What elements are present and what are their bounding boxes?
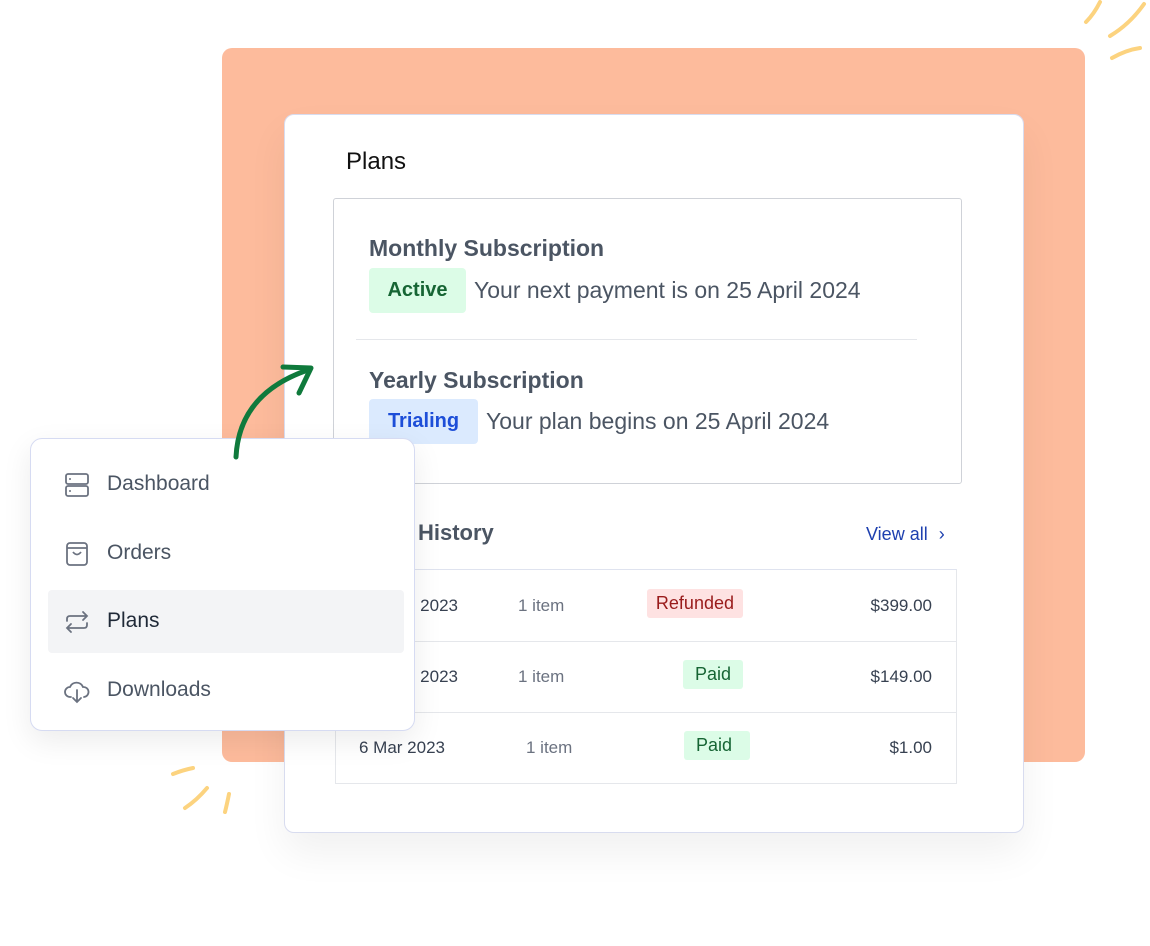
- row-date: 2023: [420, 667, 458, 686]
- sidebar-menu: Dashboard Orders Plans Downloads: [30, 438, 415, 731]
- sidebar-item-label: Dashboard: [107, 472, 210, 495]
- row-amount: $1.00: [889, 738, 932, 757]
- sparkle-decoration: [171, 766, 231, 814]
- subscription-name: Monthly Subscription: [369, 235, 605, 261]
- subscription-name: Yearly Subscription: [369, 367, 584, 393]
- sidebar-item-orders[interactable]: Orders: [48, 522, 404, 585]
- table-row[interactable]: 2023 1 item Paid $149.00: [336, 641, 956, 713]
- sidebar-item-downloads[interactable]: Downloads: [48, 659, 404, 722]
- subscription-text: Your plan begins on 25 April 2024: [486, 408, 830, 434]
- row-date: 6 Mar 2023: [359, 738, 445, 757]
- page-title: Plans: [346, 148, 407, 175]
- sidebar-item-label: Downloads: [107, 678, 211, 701]
- row-items: 1 item: [526, 738, 573, 757]
- row-items: 1 item: [518, 667, 565, 686]
- row-amount: $399.00: [870, 596, 932, 615]
- sidebar-item-plans[interactable]: Plans: [48, 590, 404, 653]
- subscription-text: Your next payment is on 25 April 2024: [474, 277, 861, 303]
- history-title: History: [418, 520, 494, 545]
- server-icon: [65, 473, 89, 497]
- row-items: 1 item: [518, 596, 565, 615]
- status-badge: Paid: [682, 660, 743, 689]
- status-badge-active: Active: [369, 268, 466, 313]
- curved-arrow-icon: [233, 364, 314, 460]
- table-row[interactable]: 2023 1 item Refunded $399.00: [336, 570, 956, 642]
- view-all-link[interactable]: View all ›: [866, 524, 945, 545]
- divider: [356, 339, 917, 340]
- arrows-repeat-icon: [65, 611, 89, 633]
- chevron-right-icon: ›: [938, 524, 945, 544]
- sidebar-item-label: Orders: [107, 541, 172, 564]
- status-badge: Paid: [683, 731, 750, 760]
- sidebar-item-label: Plans: [107, 609, 160, 632]
- row-amount: $149.00: [870, 667, 932, 686]
- status-badge: Refunded: [646, 589, 743, 618]
- shopping-bag-icon: [66, 542, 88, 566]
- row-date: 2023: [420, 596, 458, 615]
- history-table: 2023 1 item Refunded $399.00 2023 1 item…: [335, 569, 957, 784]
- view-all-label: View all: [866, 524, 928, 544]
- cloud-download-icon: [64, 681, 90, 704]
- table-row[interactable]: 6 Mar 2023 1 item Paid $1.00: [336, 712, 956, 784]
